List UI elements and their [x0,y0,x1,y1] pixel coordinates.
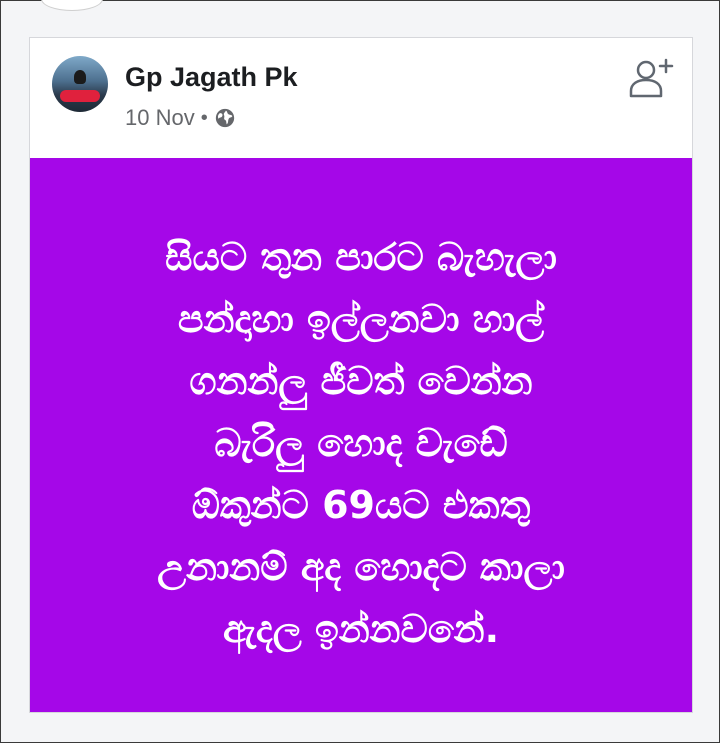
post-text-line: සියට තුන පාරට බැහැලා [165,235,557,279]
post-meta: 10 Nov • [125,105,236,131]
meta-separator: • [200,106,208,129]
post-text-line: ඇදල ඉන්නවනේ. [222,607,500,651]
post-text-line: ඕකුන්ට 69යට එකතු [191,483,531,527]
author-avatar[interactable] [52,56,108,112]
post-text-line: පන්දාහා ඉල්ලනවා හාල් [177,297,545,341]
screenshot-frame: Gp Jagath Pk 10 Nov • සියට තුන පාරට බැහැ… [0,0,720,743]
avatar-banner [60,90,100,102]
top-edge-element [41,0,103,11]
post-date[interactable]: 10 Nov [125,105,195,131]
avatar-figure [74,70,86,84]
add-friend-icon[interactable] [626,54,674,102]
globe-icon[interactable] [214,107,236,129]
author-name[interactable]: Gp Jagath Pk [125,62,298,93]
post-text-line: බැරිලු හොද වැඩේ [214,421,508,465]
post-text: සියට තුන පාරට බැහැලා පන්දාහා ඉල්ලනවා හාල… [30,226,692,660]
post-text-line: උනානම් අද හොදට කාලා [157,545,565,589]
post-text-line: ගනන්ලු ජීවත් වෙන්න [189,359,533,403]
post-card: Gp Jagath Pk 10 Nov • සියට තුන පාරට බැහැ… [29,37,693,713]
